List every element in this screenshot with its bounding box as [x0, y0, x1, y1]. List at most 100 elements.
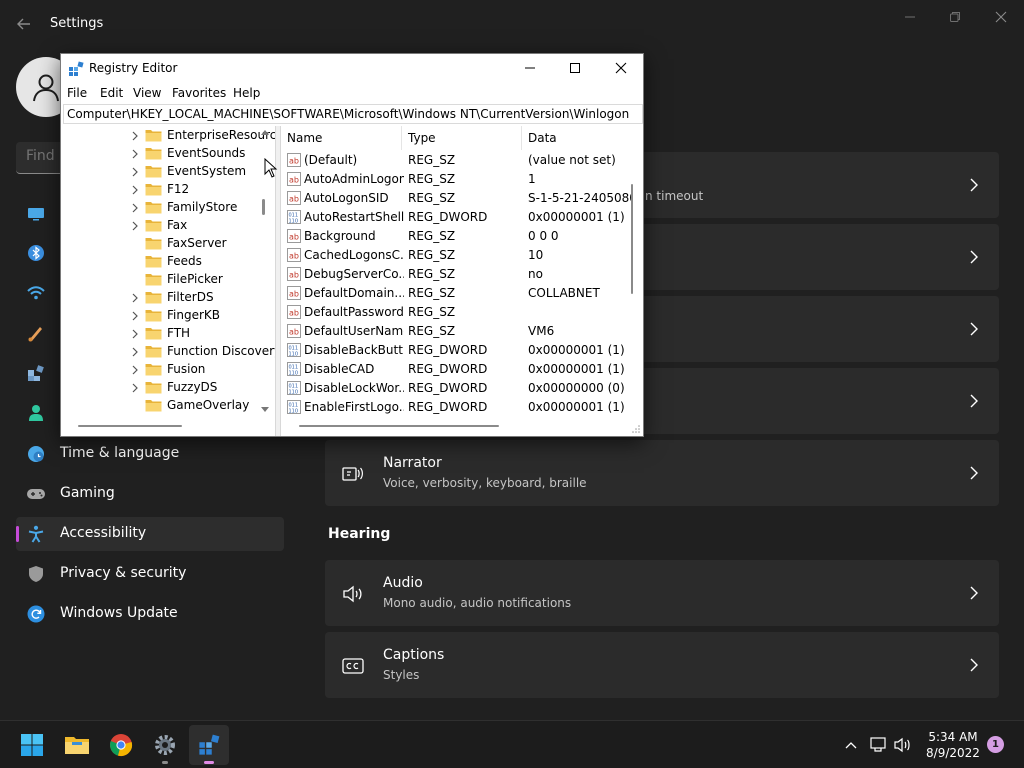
registry-value-row[interactable]: 011 110 DisableLockWor... REG_DWORD 0x000000… — [281, 379, 643, 398]
registry-editor-window[interactable]: Registry Editor File Edit View Favorites… — [60, 53, 644, 437]
chevron-right-icon[interactable] — [131, 365, 139, 375]
tree-horizontal-scrollbar[interactable] — [78, 425, 182, 427]
tree-item[interactable]: Fusion — [61, 361, 278, 379]
registry-key-tree[interactable]: EnterpriseResourceManagerEventSounds Even… — [61, 126, 278, 418]
registry-close-button[interactable] — [598, 54, 644, 82]
registry-editor-taskbar-button[interactable] — [189, 725, 229, 765]
registry-value-row[interactable]: ab CachedLogonsC... REG_SZ 10 — [281, 246, 643, 265]
chrome-button[interactable] — [101, 725, 141, 765]
registry-address-bar[interactable]: Computer\HKEY_LOCAL_MACHINE\SOFTWARE\Mic… — [63, 104, 643, 124]
bluetooth-icon[interactable] — [26, 243, 46, 263]
chevron-right-icon[interactable] — [131, 185, 139, 195]
personalization-icon[interactable] — [26, 323, 46, 343]
nav-windows-update[interactable]: Windows Update — [16, 597, 284, 631]
registry-editor-icon — [199, 734, 220, 755]
chevron-right-icon[interactable] — [131, 149, 139, 159]
network-icon[interactable] — [26, 283, 46, 303]
minimize-button[interactable] — [887, 6, 933, 28]
registry-value-row[interactable]: 011 110 DisableBackButt... REG_DWORD 0x00000… — [281, 341, 643, 360]
notification-badge[interactable]: 1 — [987, 736, 1004, 753]
tree-item[interactable]: Feeds — [61, 253, 278, 271]
network-tray-button[interactable] — [869, 735, 889, 755]
nav-time-language[interactable]: Time & language — [16, 437, 284, 471]
card-captions[interactable]: Captions Styles — [325, 632, 999, 698]
start-button[interactable] — [12, 725, 52, 765]
tree-item[interactable]: FilterDS — [61, 289, 278, 307]
tree-scroll-thumb[interactable] — [262, 199, 265, 215]
settings-app-button[interactable] — [145, 725, 185, 765]
registry-value-row[interactable]: 011 110 DisableCAD REG_DWORD 0x00000001 (1) — [281, 360, 643, 379]
file-explorer-button[interactable] — [57, 725, 97, 765]
tree-item[interactable]: FaxServer — [61, 235, 278, 253]
tree-item[interactable]: GameOverlay — [61, 397, 278, 415]
column-name[interactable]: Name — [281, 126, 402, 150]
registry-value-row[interactable]: 011 110 AutoRestartShell REG_DWORD 0x0000000… — [281, 208, 643, 227]
show-hidden-icons-button[interactable] — [841, 735, 861, 755]
svg-text:110: 110 — [289, 370, 299, 376]
chevron-right-icon[interactable] — [131, 293, 139, 303]
hearing-heading: Hearing — [328, 526, 391, 542]
accounts-icon[interactable] — [26, 403, 46, 423]
restore-button[interactable] — [932, 6, 978, 28]
nav-accessibility[interactable]: Accessibility — [16, 517, 284, 551]
card-narrator[interactable]: Narrator Voice, verbosity, keyboard, bra… — [325, 440, 999, 506]
tree-item[interactable]: FuzzyDS — [61, 379, 278, 397]
registry-titlebar[interactable]: Registry Editor — [61, 54, 643, 84]
tree-item[interactable]: FTH — [61, 325, 278, 343]
scroll-down-icon[interactable] — [260, 406, 270, 414]
nav-privacy-security[interactable]: Privacy & security — [16, 557, 284, 591]
value-name: AutoRestartShell — [304, 210, 404, 224]
chevron-right-icon[interactable] — [131, 347, 139, 357]
tree-item[interactable]: FingerKB — [61, 307, 278, 325]
back-arrow-icon[interactable] — [14, 14, 34, 34]
tree-item[interactable]: F12 — [61, 181, 278, 199]
tree-item[interactable]: FamilyStore — [61, 199, 278, 217]
registry-value-list[interactable]: Name Type Data ab (Default) REG_SZ (value n… — [281, 126, 643, 420]
system-icon[interactable] — [26, 204, 46, 224]
column-data[interactable]: Data — [522, 126, 643, 150]
registry-maximize-button[interactable] — [552, 54, 598, 82]
scroll-up-icon[interactable] — [260, 128, 270, 136]
chevron-right-icon[interactable] — [131, 221, 139, 231]
registry-minimize-button[interactable] — [507, 54, 553, 82]
tree-item[interactable]: Function Discovery — [61, 343, 278, 361]
registry-value-row[interactable]: ab DebugServerCo... REG_SZ no — [281, 265, 643, 284]
chevron-right-icon[interactable] — [131, 131, 139, 141]
folder-icon — [145, 364, 162, 376]
registry-value-row[interactable]: ab DefaultDomain... REG_SZ COLLABNET — [281, 284, 643, 303]
registry-value-row[interactable]: ab Background REG_SZ 0 0 0 — [281, 227, 643, 246]
apps-icon[interactable] — [26, 363, 46, 383]
folder-icon — [145, 256, 162, 268]
menu-view[interactable]: View — [133, 86, 161, 100]
tree-item[interactable]: Fax — [61, 217, 278, 235]
close-button[interactable] — [978, 6, 1024, 28]
list-horizontal-scrollbar[interactable] — [299, 425, 499, 427]
clock[interactable]: 5:34 AM 8/9/2022 — [920, 729, 986, 761]
chevron-right-icon[interactable] — [131, 383, 139, 393]
volume-tray-button[interactable] — [893, 735, 913, 755]
tree-item[interactable]: EventSounds — [61, 145, 278, 163]
menu-favorites[interactable]: Favorites — [172, 86, 226, 100]
registry-value-row[interactable]: ab (Default) REG_SZ (value not set) — [281, 151, 643, 170]
registry-value-row[interactable]: 011 110 EnableFirstLogo... REG_DWORD 0x00000… — [281, 398, 643, 417]
registry-value-row[interactable]: ab AutoLogonSID REG_SZ S-1-5-21-24050806 — [281, 189, 643, 208]
tree-item[interactable]: EnterpriseResourceManager — [61, 127, 278, 145]
tree-item-label: Fusion — [167, 362, 206, 376]
card-audio[interactable]: Audio Mono audio, audio notifications — [325, 560, 999, 626]
tree-item[interactable]: EventSystem — [61, 163, 278, 181]
chevron-right-icon[interactable] — [131, 311, 139, 321]
chevron-right-icon[interactable] — [131, 329, 139, 339]
tree-item[interactable]: FilePicker — [61, 271, 278, 289]
menu-file[interactable]: File — [67, 86, 87, 100]
nav-gaming[interactable]: Gaming — [16, 477, 284, 511]
registry-value-row[interactable]: ab DefaultUserName REG_SZ VM6 — [281, 322, 643, 341]
menu-edit[interactable]: Edit — [100, 86, 123, 100]
registry-value-row[interactable]: ab AutoAdminLogon REG_SZ 1 — [281, 170, 643, 189]
column-type[interactable]: Type — [402, 126, 522, 150]
resize-grip-icon[interactable] — [631, 424, 641, 434]
chevron-right-icon[interactable] — [131, 167, 139, 177]
menu-help[interactable]: Help — [233, 86, 260, 100]
chevron-right-icon[interactable] — [131, 203, 139, 213]
registry-value-row[interactable]: ab DefaultPassword REG_SZ — [281, 303, 643, 322]
list-vertical-scrollbar[interactable] — [631, 184, 633, 294]
